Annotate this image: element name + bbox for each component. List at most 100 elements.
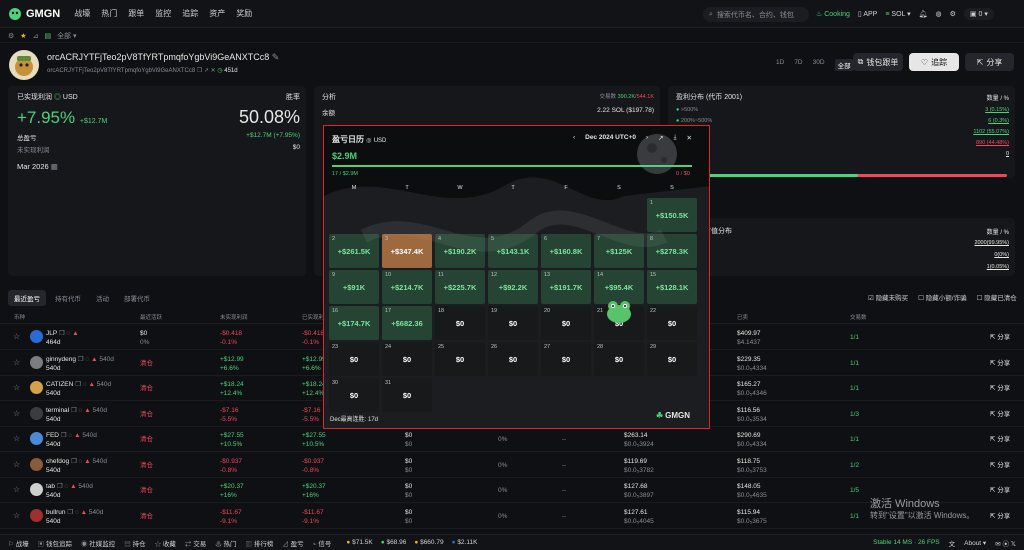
table-tab[interactable]: 活动 (90, 290, 115, 306)
calendar-day[interactable]: 9 +$91K (329, 270, 379, 304)
row-share-button[interactable]: ⇱ 分享 (990, 384, 1010, 393)
token-tool-icons[interactable]: ❐ ◌ (73, 381, 88, 388)
period-tab[interactable]: 1D (776, 59, 784, 71)
toggle-option[interactable]: ☑ 隐藏未购买 (868, 292, 908, 302)
table-tab[interactable]: 部署代币 (118, 290, 156, 306)
calendar-day[interactable]: 11 +$225.7K (435, 270, 485, 304)
nav-item[interactable]: 监控 (155, 8, 171, 19)
calendar-day[interactable]: 4 +$190.2K (435, 234, 485, 268)
bottom-nav-item[interactable]: ⊿ 盈亏 (282, 538, 303, 548)
token-symbol[interactable]: CATIZEN (46, 381, 73, 388)
price-item[interactable]: ● $71.5K (346, 539, 372, 546)
bottom-nav-item[interactable]: ☆ 收藏 (155, 538, 176, 548)
bottom-nav-item[interactable]: ⚐ 战壕 (8, 538, 29, 548)
row-share-button[interactable]: ⇱ 分享 (990, 410, 1010, 419)
close-icon[interactable]: ✕ (686, 134, 691, 142)
favorite-star-icon[interactable]: ☆ (13, 485, 20, 494)
favorite-star-icon[interactable]: ☆ (13, 383, 20, 392)
language-icon[interactable]: 文 (949, 538, 956, 548)
table-tab[interactable]: 最近盈亏 (8, 290, 46, 306)
copy-icon[interactable]: ❐ (197, 68, 202, 74)
calendar-day[interactable]: 26 $0 (488, 342, 538, 376)
nav-item[interactable]: 奖励 (236, 8, 252, 19)
favorite-star-icon[interactable]: ☆ (13, 409, 20, 418)
period-tab[interactable]: 7D (794, 59, 802, 71)
settings-icon[interactable]: ⚙ (950, 10, 956, 18)
calendar-day[interactable]: 24 $0 (382, 342, 432, 376)
calendar-day[interactable]: 6 +$160.8K (541, 234, 591, 268)
column-header[interactable]: 最近活跃 (140, 313, 162, 321)
row-share-button[interactable]: ⇱ 分享 (990, 333, 1010, 342)
calendar-day[interactable]: 8 +$278.3K (647, 234, 697, 268)
row-share-button[interactable]: ⇱ 分享 (990, 359, 1010, 368)
calendar-day[interactable]: 19 $0 (488, 306, 538, 340)
download-icon[interactable]: ⤓ (674, 134, 677, 142)
calendar-day[interactable]: 22 $0 (647, 306, 697, 340)
about-link[interactable]: About ▾ (964, 539, 986, 547)
app-link[interactable]: ▯ APP (858, 10, 877, 18)
calendar-day[interactable]: 12 +$92.2K (488, 270, 538, 304)
chart-icon[interactable]: ⊿ (33, 32, 39, 40)
token-symbol[interactable]: chefdog (46, 458, 69, 465)
calendar-day[interactable]: 23 $0 (329, 342, 379, 376)
bottom-nav-item[interactable]: ♨ 热门 (215, 538, 236, 548)
token-symbol[interactable]: terminal (46, 407, 69, 414)
column-header[interactable]: 交易数 (850, 313, 867, 321)
calendar-day[interactable]: 29 $0 (647, 342, 697, 376)
calendar-day[interactable]: 27 $0 (541, 342, 591, 376)
search-input[interactable]: ⌕ 搜索代币名、合约、钱包 (703, 7, 809, 22)
edit-icon[interactable]: ✎ (272, 52, 280, 62)
token-tool-icons[interactable]: ❐ ◌ (57, 330, 72, 337)
link-icon[interactable]: ↗ (204, 68, 209, 74)
token-tool-icons[interactable]: ❐ ◌ (69, 458, 84, 465)
token-tool-icons[interactable]: ❐ ◌ (69, 407, 84, 414)
calendar-day[interactable]: 2 +$261.5K (329, 234, 379, 268)
column-header[interactable]: 未实现利润 (220, 313, 248, 321)
brand-logo[interactable]: GMGN (8, 7, 60, 21)
x-icon[interactable]: ✕ (211, 68, 216, 74)
calendar-day[interactable]: 25 $0 (435, 342, 485, 376)
nav-item[interactable]: 资产 (209, 8, 225, 19)
table-row[interactable]: ☆ chefdog ❐ ◌ ▲ 540d 540d 清仓 -$0.937 -0.8% -$0… (0, 453, 1024, 478)
token-tool-icons[interactable]: ❐ ◌ (76, 356, 91, 363)
star-icon[interactable]: ★ (20, 32, 26, 40)
token-symbol[interactable]: bullrun (46, 509, 66, 516)
nav-item[interactable]: 热门 (101, 8, 117, 19)
column-header[interactable]: 已卖 (737, 313, 748, 321)
track-button[interactable]: ♡ 追踪 (909, 53, 959, 71)
wallet-icon[interactable]: ▤ (44, 32, 51, 40)
filter-select[interactable]: 全部 ▾ (57, 31, 76, 41)
favorite-star-icon[interactable]: ☆ (13, 332, 20, 341)
calendar-day[interactable]: 30 $0 (329, 378, 379, 412)
wallet-button[interactable]: ▣ 0 ▾ (963, 8, 994, 20)
external-link-icon[interactable]: ↗ (658, 134, 663, 142)
calendar-day[interactable]: 18 $0 (435, 306, 485, 340)
row-share-button[interactable]: ⇱ 分享 (990, 461, 1010, 470)
bell-icon[interactable]: 🔔︎ (919, 10, 928, 18)
token-symbol[interactable]: JLP (46, 330, 57, 337)
copy-trade-button[interactable]: ⧉ 钱包跟单 (853, 53, 903, 71)
chain-select[interactable]: ≡ SOL ▾ (885, 10, 910, 18)
token-tool-icons[interactable]: ❐ ◌ (66, 509, 81, 516)
globe-icon[interactable]: ◍ (936, 10, 942, 18)
token-tool-icons[interactable]: ❐ ◌ (55, 483, 70, 490)
bottom-nav-item[interactable]: ▤ 持仓 (124, 538, 145, 548)
favorite-star-icon[interactable]: ☆ (13, 434, 20, 443)
token-symbol[interactable]: ginnydeng (46, 356, 76, 363)
settings-small-icon[interactable]: ⚙ (8, 32, 14, 40)
nav-item[interactable]: 追踪 (182, 8, 198, 19)
calendar-day[interactable]: 10 +$214.7K (382, 270, 432, 304)
row-share-button[interactable]: ⇱ 分享 (990, 486, 1010, 495)
bottom-nav-item[interactable]: ▣ 钱包追踪 (38, 538, 72, 548)
toggle-option[interactable]: ☐ 隐藏小额/诈骗 (918, 292, 966, 302)
calendar-day[interactable]: 17 +$682.36 (382, 306, 432, 340)
prev-month-icon[interactable]: ‹ (573, 134, 575, 142)
next-month-icon[interactable]: › (646, 134, 648, 142)
calendar-day[interactable]: 7 +$125K (594, 234, 644, 268)
toggle-option[interactable]: ☐ 隐藏已清仓 (977, 292, 1017, 302)
row-share-button[interactable]: ⇱ 分享 (990, 435, 1010, 444)
favorite-star-icon[interactable]: ☆ (13, 358, 20, 367)
calendar-day[interactable]: 3 +$347.4K (382, 234, 432, 268)
bottom-nav-item[interactable]: ◉ 社媒监控 (81, 538, 115, 548)
token-symbol[interactable]: tab (46, 483, 55, 490)
